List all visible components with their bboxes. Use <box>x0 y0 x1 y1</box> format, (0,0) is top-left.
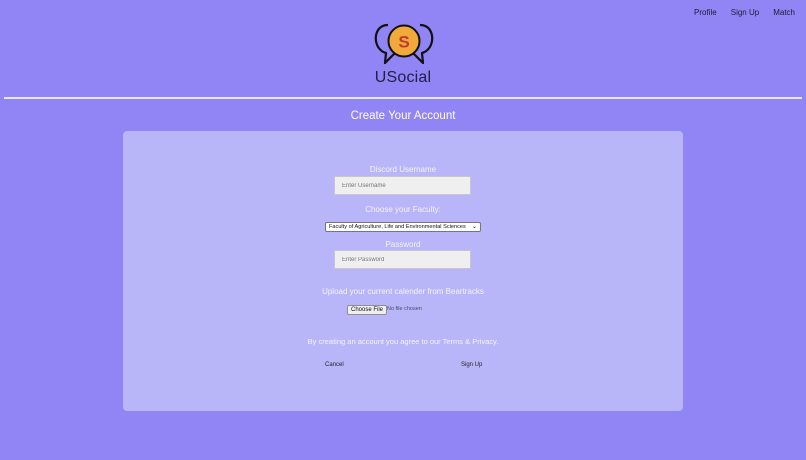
top-nav: Profile Sign Up Match <box>694 8 795 17</box>
terms-text: By creating an account you agree to our … <box>307 337 499 346</box>
file-status-text: No file chosen <box>387 306 422 312</box>
username-label: Discord Username <box>369 165 437 174</box>
header-divider <box>4 97 802 99</box>
cancel-button[interactable]: Cancel <box>325 362 344 368</box>
faculty-label: Choose your Faculty: <box>365 205 441 214</box>
usocial-logo-icon: S <box>374 23 434 65</box>
username-input[interactable] <box>334 176 471 195</box>
chevron-down-icon: ⌄ <box>471 224 477 230</box>
logo-letter: S <box>398 33 409 52</box>
sign-up-button[interactable]: Sign Up <box>461 362 482 368</box>
faculty-selected-value: Faculty of Agriculture, Life and Environ… <box>329 224 466 230</box>
faculty-select[interactable]: Faculty of Agriculture, Life and Environ… <box>325 222 481 232</box>
upload-label: Upload your current calender from Beartr… <box>322 287 484 296</box>
nav-match-link[interactable]: Match <box>773 8 795 17</box>
choose-file-button[interactable]: Choose File <box>347 305 388 315</box>
password-label: Password <box>385 240 421 249</box>
page-title: Create Your Account <box>350 110 456 122</box>
signup-form-card: Discord Username Choose your Faculty: Fa… <box>123 131 683 411</box>
brand-name: USocial <box>374 69 432 86</box>
password-input[interactable] <box>334 250 471 269</box>
nav-profile-link[interactable]: Profile <box>694 8 717 17</box>
nav-sign-up-link[interactable]: Sign Up <box>731 8 759 17</box>
